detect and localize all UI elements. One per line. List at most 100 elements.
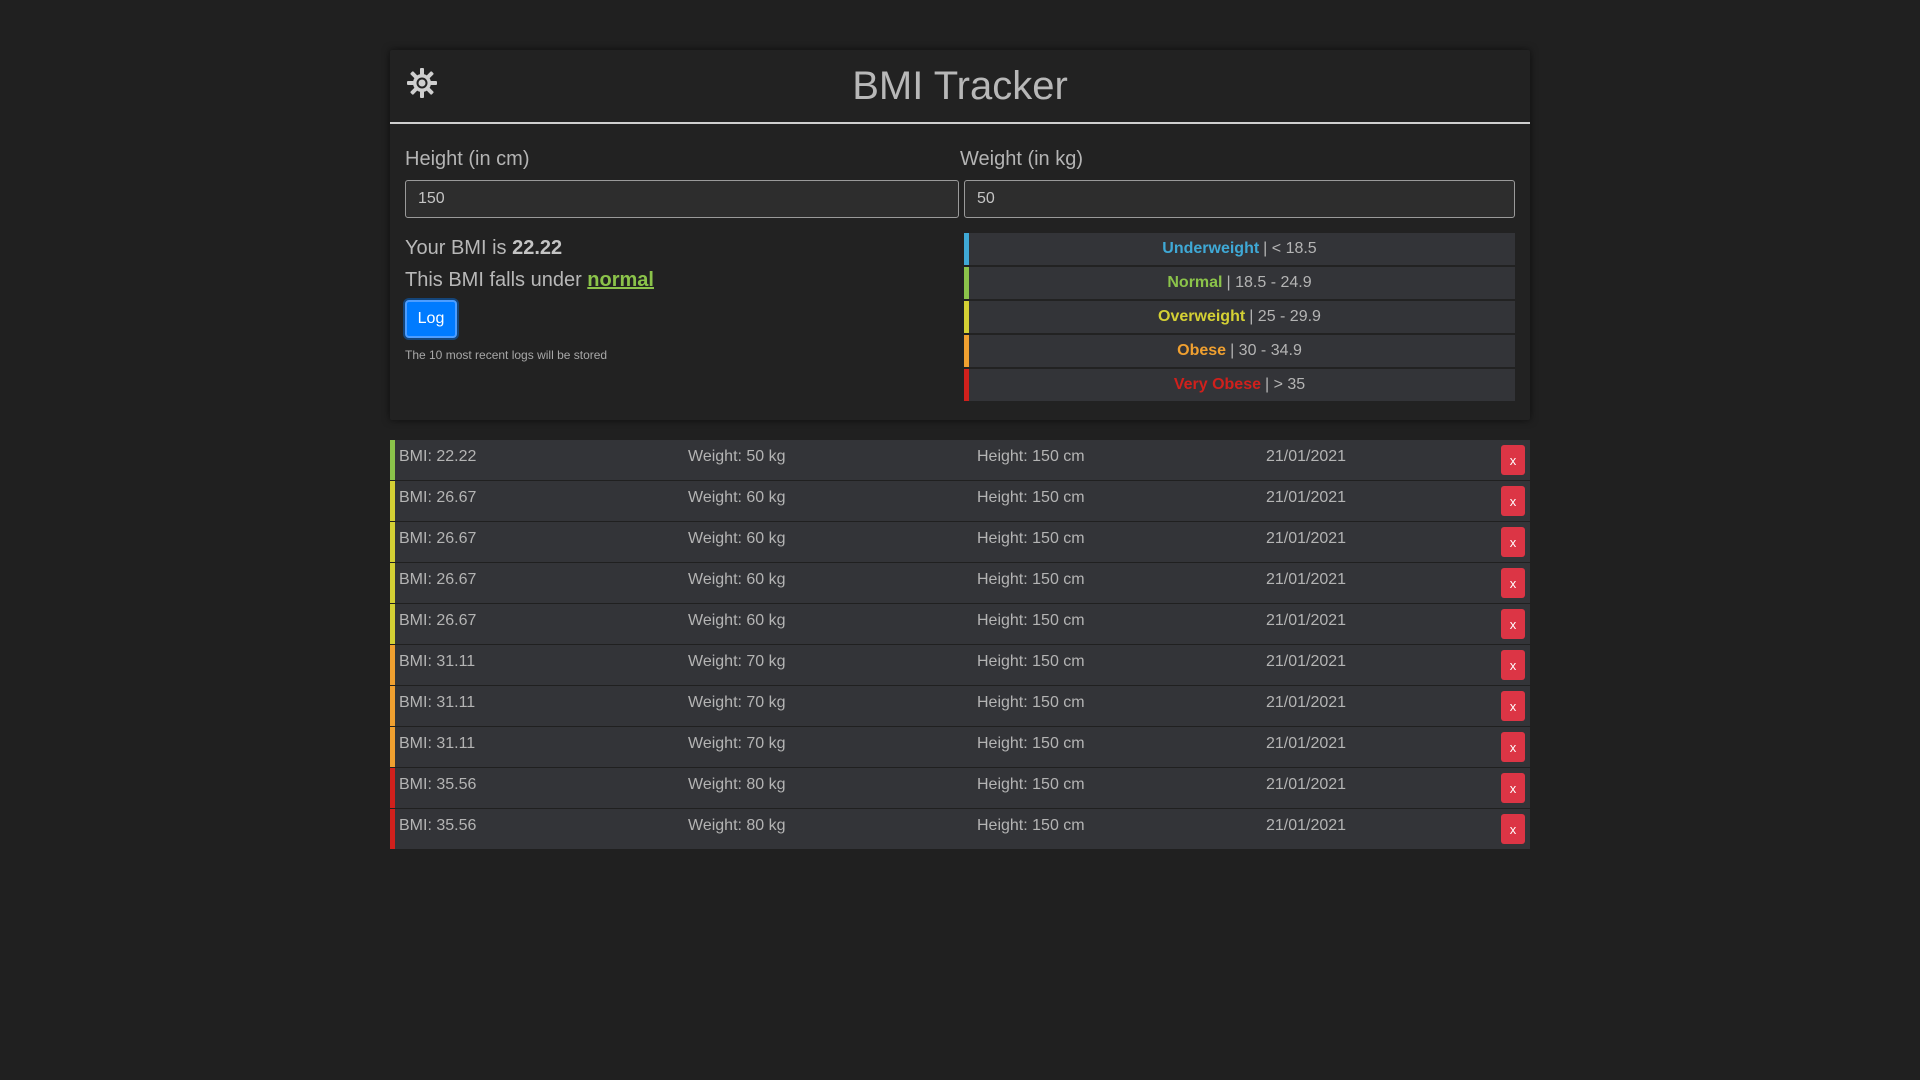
log-row: BMI: 26.67 Weight: 60 kg Height: 150 cm … — [390, 481, 1530, 521]
gear-icon — [407, 68, 437, 98]
log-color-bar — [390, 440, 395, 480]
log-date: 21/01/2021 — [1266, 489, 1347, 506]
log-row: BMI: 26.67 Weight: 60 kg Height: 150 cm … — [390, 604, 1530, 644]
log-weight: Weight: 60 kg — [688, 571, 786, 588]
log-height: Height: 150 cm — [977, 489, 1085, 506]
delete-log-button[interactable]: x — [1501, 773, 1525, 803]
height-label: Height (in cm) — [405, 148, 530, 170]
log-height: Height: 150 cm — [977, 694, 1085, 711]
log-bmi: BMI: 26.67 — [399, 530, 477, 547]
log-height: Height: 150 cm — [977, 448, 1085, 465]
weight-input[interactable] — [964, 180, 1515, 218]
log-date: 21/01/2021 — [1266, 735, 1347, 752]
bmi-card: BMI Tracker Height (in cm) Weight (in kg… — [390, 50, 1530, 420]
log-date: 21/01/2021 — [1266, 530, 1347, 547]
log-weight: Weight: 70 kg — [688, 735, 786, 752]
category-link[interactable]: normal — [587, 269, 654, 291]
weight-field-group: Weight (in kg) — [960, 144, 1515, 218]
log-weight: Weight: 60 kg — [688, 612, 786, 629]
log-bmi: BMI: 35.56 — [399, 776, 477, 793]
log-bmi: BMI: 26.67 — [399, 489, 477, 506]
delete-log-button[interactable]: x — [1501, 691, 1525, 721]
log-row: BMI: 35.56 Weight: 80 kg Height: 150 cm … — [390, 809, 1530, 849]
log-color-bar — [390, 809, 395, 849]
legend-range: | 18.5 - 24.9 — [1226, 274, 1312, 291]
legend-color-bar — [964, 301, 969, 333]
log-date: 21/01/2021 — [1266, 571, 1347, 588]
log-date: 21/01/2021 — [1266, 776, 1347, 793]
legend-item-very-obese: Very Obese | > 35 — [964, 369, 1515, 401]
log-weight: Weight: 60 kg — [688, 530, 786, 547]
log-color-bar — [390, 481, 395, 521]
log-color-bar — [390, 768, 395, 808]
log-date: 21/01/2021 — [1266, 694, 1347, 711]
log-color-bar — [390, 686, 395, 726]
legend-item-normal: Normal | 18.5 - 24.9 — [964, 267, 1515, 299]
legend-item-overweight: Overweight | 25 - 29.9 — [964, 301, 1515, 333]
legend-name: Underweight — [1162, 240, 1260, 257]
log-button[interactable]: Log — [405, 300, 457, 338]
log-height: Height: 150 cm — [977, 735, 1085, 752]
bmi-category-line: This BMI falls under normal — [405, 264, 945, 296]
log-weight: Weight: 70 kg — [688, 653, 786, 670]
log-row: BMI: 35.56 Weight: 80 kg Height: 150 cm … — [390, 768, 1530, 808]
theme-toggle-button[interactable] — [404, 65, 440, 101]
measurement-form: Height (in cm) Weight (in kg) — [405, 144, 1515, 234]
height-input[interactable] — [405, 180, 959, 218]
log-bmi: BMI: 22.22 — [399, 448, 477, 465]
legend-range: | 25 - 29.9 — [1249, 308, 1321, 325]
delete-log-button[interactable]: x — [1501, 732, 1525, 762]
log-bmi: BMI: 31.11 — [399, 735, 476, 752]
log-row: BMI: 22.22 Weight: 50 kg Height: 150 cm … — [390, 440, 1530, 480]
log-bmi: BMI: 35.56 — [399, 817, 477, 834]
legend-range: | > 35 — [1264, 376, 1306, 393]
log-height: Height: 150 cm — [977, 653, 1085, 670]
weight-label: Weight (in kg) — [960, 148, 1084, 170]
log-color-bar — [390, 727, 395, 767]
legend-name: Very Obese — [1173, 376, 1261, 393]
log-bmi: BMI: 26.67 — [399, 612, 477, 629]
bmi-result-line: Your BMI is 22.22 — [405, 232, 945, 264]
log-color-bar — [390, 604, 395, 644]
log-row: BMI: 31.11 Weight: 70 kg Height: 150 cm … — [390, 645, 1530, 685]
delete-log-button[interactable]: x — [1501, 814, 1525, 844]
delete-log-button[interactable]: x — [1501, 486, 1525, 516]
legend-color-bar — [964, 233, 969, 265]
delete-log-button[interactable]: x — [1501, 445, 1525, 475]
height-field-group: Height (in cm) — [405, 144, 960, 218]
log-row: BMI: 31.11 Weight: 70 kg Height: 150 cm … — [390, 727, 1530, 767]
log-weight: Weight: 70 kg — [688, 694, 786, 711]
legend-name: Obese — [1177, 342, 1227, 359]
log-date: 21/01/2021 — [1266, 653, 1347, 670]
log-note: The 10 most recent logs will be stored — [405, 348, 608, 362]
legend-range: | 30 - 34.9 — [1230, 342, 1302, 359]
delete-log-button[interactable]: x — [1501, 527, 1525, 557]
log-bmi: BMI: 26.67 — [399, 571, 477, 588]
bmi-result: Your BMI is 22.22 This BMI falls under n… — [405, 232, 945, 362]
log-weight: Weight: 60 kg — [688, 489, 786, 506]
log-list: BMI: 22.22 Weight: 50 kg Height: 150 cm … — [390, 440, 1530, 849]
log-date: 21/01/2021 — [1266, 612, 1347, 629]
log-date: 21/01/2021 — [1266, 448, 1347, 465]
log-row: BMI: 31.11 Weight: 70 kg Height: 150 cm … — [390, 686, 1530, 726]
log-color-bar — [390, 522, 395, 562]
delete-log-button[interactable]: x — [1501, 609, 1525, 639]
log-color-bar — [390, 563, 395, 603]
delete-log-button[interactable]: x — [1501, 650, 1525, 680]
page-title: BMI Tracker — [852, 63, 1068, 108]
delete-log-button[interactable]: x — [1501, 568, 1525, 598]
log-height: Height: 150 cm — [977, 776, 1085, 793]
log-date: 21/01/2021 — [1266, 817, 1347, 834]
legend-name: Normal — [1167, 274, 1223, 291]
header: BMI Tracker — [390, 50, 1530, 124]
log-height: Height: 150 cm — [977, 612, 1085, 629]
app-container: BMI Tracker Height (in cm) Weight (in kg… — [390, 50, 1530, 850]
legend-color-bar — [964, 267, 969, 299]
log-bmi: BMI: 31.11 — [399, 694, 476, 711]
legend-item-obese: Obese | 30 - 34.9 — [964, 335, 1515, 367]
log-weight: Weight: 50 kg — [688, 448, 786, 465]
log-weight: Weight: 80 kg — [688, 776, 786, 793]
log-height: Height: 150 cm — [977, 571, 1085, 588]
legend-color-bar — [964, 369, 969, 401]
bmi-value: 22.22 — [512, 237, 563, 259]
